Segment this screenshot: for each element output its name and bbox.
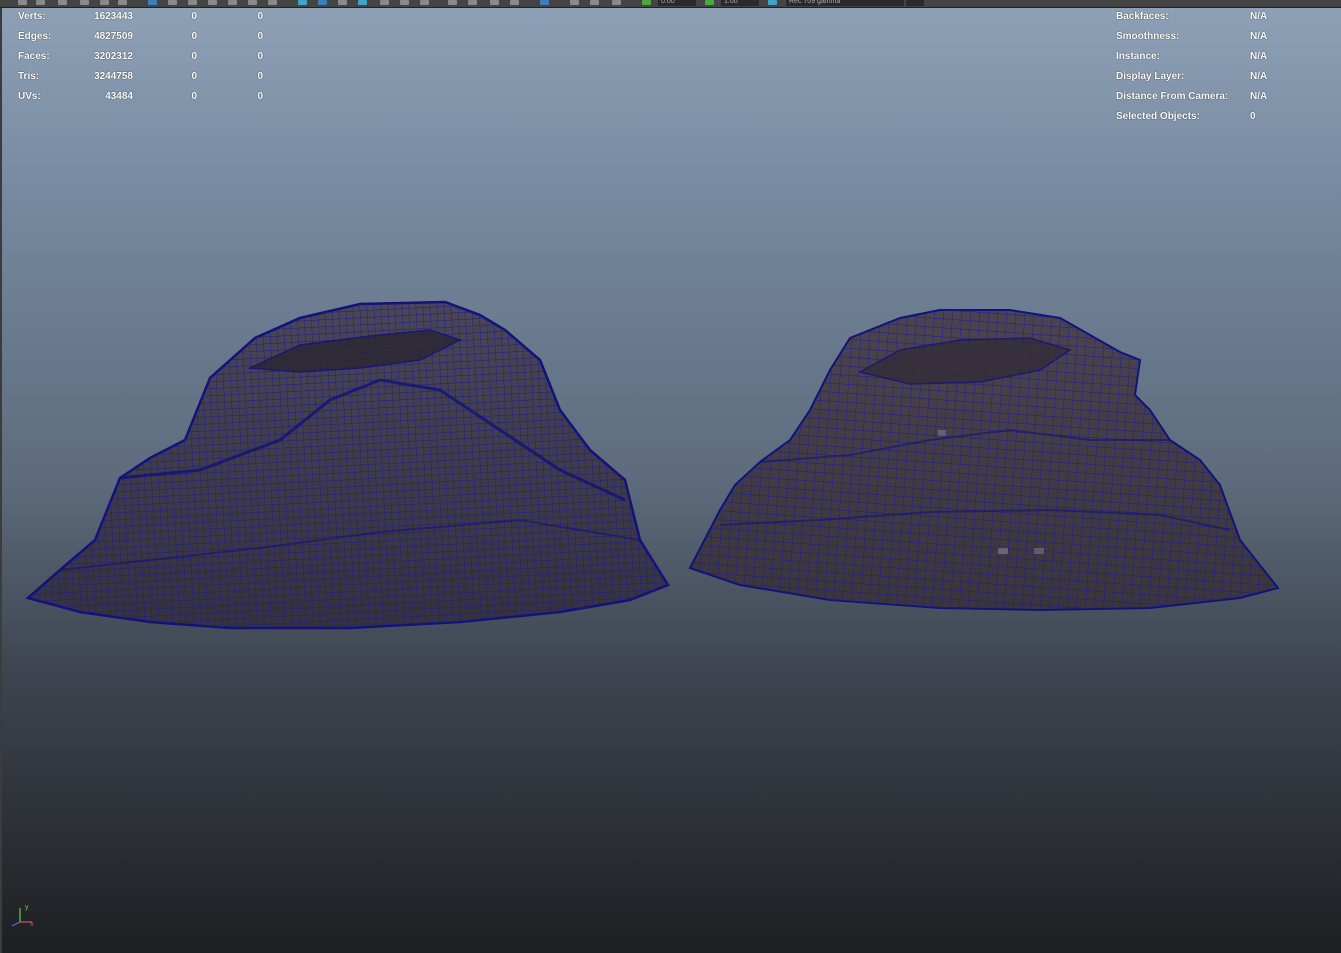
hud-stat-value: 4827509 [94,31,133,42]
axis-y-label: y [25,904,29,911]
rock-right-highlight-2 [1034,548,1044,554]
hud-stat-value: 3244758 [94,71,133,82]
hud-stat-value: 1623443 [94,11,133,22]
hud-stat-selected: 0 [191,51,197,62]
hud-stat-uv-selected: 0 [257,91,263,102]
hud-stat-uv-selected: 0 [257,71,263,82]
hud-detail-value: N/A [1250,51,1268,62]
hud-stat-label: Faces: [18,51,50,62]
hud-stat-label: Edges: [18,31,52,42]
axis-z-line [11,921,21,927]
rock-right-highlight [998,548,1008,554]
hud-detail-value: N/A [1250,31,1268,42]
rock-right-highlight-3 [938,430,946,436]
hud-detail-label: Smoothness: [1116,31,1180,42]
hud-detail-label: Instance: [1116,51,1160,62]
hud-stat-selected: 0 [191,11,197,22]
hud-stat-label: UVs: [18,91,41,102]
hud-detail-label: Backfaces: [1116,11,1169,22]
hud-detail-label: Distance From Camera: [1116,91,1229,102]
hud-stat-uv-selected: 0 [257,11,263,22]
hud-detail-label: Display Layer: [1116,71,1185,82]
hud-stat-uv-selected: 0 [257,31,263,42]
hud-detail-value: 0 [1250,111,1256,122]
axis-x-label: x [30,921,34,928]
hud-detail-value: N/A [1250,91,1268,102]
hud-stat-value: 3202312 [94,51,133,62]
hud-stat-label: Tris: [18,71,40,82]
rock-mesh-left[interactable] [25,300,670,630]
hud-stat-selected: 0 [191,91,197,102]
hud-stat-label: Verts: [18,11,46,22]
hud-detail-value: N/A [1250,71,1268,82]
hud-stat-selected: 0 [191,31,197,42]
hud-stat-uv-selected: 0 [257,51,263,62]
mesh-layer [25,300,1280,630]
rock-mesh-right[interactable] [688,309,1280,612]
hud-detail-value: N/A [1250,11,1268,22]
view-axis-indicator: y x [11,904,34,928]
hud-stat-value: 43484 [105,91,133,102]
hud-detail-label: Selected Objects: [1116,111,1200,122]
hud-stat-selected: 0 [191,71,197,82]
